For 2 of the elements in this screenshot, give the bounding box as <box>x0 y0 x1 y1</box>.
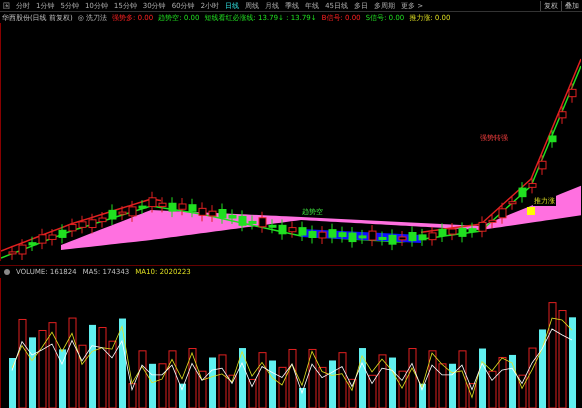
settings-icon[interactable] <box>4 269 10 275</box>
signal-marker <box>527 207 535 215</box>
